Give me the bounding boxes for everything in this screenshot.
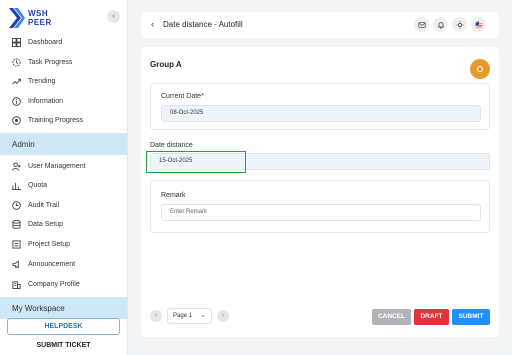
user-management-icon	[12, 162, 21, 171]
logo-text-line2: PEER	[28, 18, 52, 27]
sidebar-item-label: Information	[28, 98, 64, 105]
remark-card: Remark Enter Remark	[150, 180, 490, 233]
message-icon[interactable]	[414, 17, 429, 32]
sidebar-item-label: Trending	[28, 78, 56, 85]
bell-icon[interactable]	[433, 17, 448, 32]
us-flag-icon[interactable]	[471, 17, 486, 32]
announcement-icon	[12, 260, 21, 269]
trending-icon	[12, 77, 21, 86]
sidebar-item-label: User Management	[28, 163, 86, 170]
sidebar-item-task-progress[interactable]: Task Progress	[0, 53, 127, 72]
current-date-label: Current Date*	[161, 93, 204, 100]
date-distance-label: Date distance	[150, 142, 193, 149]
theme-sun-icon[interactable]	[452, 17, 467, 32]
sidebar-item-data-setup[interactable]: Data Setup	[0, 215, 127, 234]
group-title: Group A	[150, 60, 182, 69]
company-profile-icon	[12, 280, 21, 289]
sidebar-item-announcement[interactable]: Announcement	[0, 255, 127, 274]
project-setup-icon	[12, 240, 21, 249]
sidebar-item-label: Company Profile	[28, 281, 80, 288]
task-progress-icon	[12, 58, 21, 67]
collapse-sidebar-button[interactable]: ‹	[107, 10, 120, 23]
page-select-value: Page 1	[173, 313, 193, 319]
main-panel: Group A Current Date* 08-Oct-2025 Date d…	[141, 47, 499, 337]
sidebar-item-label: Quota	[28, 182, 48, 189]
sidebar-item-training-progress[interactable]: Training Progress	[0, 111, 127, 130]
next-page-button[interactable]: ›	[217, 310, 229, 322]
sidebar-item-label: Audit Trail	[28, 202, 60, 209]
remark-label: Remark	[161, 192, 186, 199]
page-title: Date distance - Autofill	[163, 20, 243, 29]
logo-mark-icon	[9, 8, 25, 28]
sidebar-item-quota[interactable]: Quota	[0, 176, 127, 195]
sidebar-item-audit-trail[interactable]: Audit Trail	[0, 196, 127, 215]
sidebar-item-project-setup[interactable]: Project Setup	[0, 235, 127, 254]
sidebar-item-label: Announcement	[28, 261, 76, 268]
submit-button[interactable]: SUBMIT	[452, 309, 490, 325]
section-my-workspace[interactable]: My Workspace	[0, 297, 127, 319]
sidebar-item-label: Dashboard	[28, 39, 63, 46]
submit-ticket-link[interactable]: SUBMIT TICKET	[0, 342, 127, 349]
page-select[interactable]: Page 1 ⌄	[167, 308, 212, 324]
draft-button[interactable]: DRAFT	[414, 309, 449, 325]
section-admin[interactable]: Admin	[0, 133, 127, 155]
quota-icon	[12, 181, 21, 190]
training-progress-icon	[12, 116, 21, 125]
information-icon	[12, 97, 21, 106]
wsh-peer-logo[interactable]: WSH PEER	[8, 5, 58, 33]
dashboard-icon	[12, 38, 21, 47]
sidebar-item-label: Training Progress	[28, 117, 83, 124]
sidebar-item-dashboard[interactable]: Dashboard	[0, 33, 127, 52]
data-setup-icon	[12, 220, 21, 229]
sidebar: WSH PEER ‹ Dashboard Task Progress Trend…	[0, 0, 128, 355]
remark-input[interactable]: Enter Remark	[161, 204, 481, 221]
logo-text-line1: WSH	[28, 9, 49, 18]
top-bar: ‹ Date distance - Autofill	[141, 12, 499, 38]
record-circle-icon	[477, 66, 483, 72]
chevron-down-icon: ⌄	[200, 312, 206, 319]
helpdesk-button[interactable]: HELPDESK	[7, 318, 120, 335]
sidebar-item-label: Project Setup	[28, 241, 71, 248]
back-arrow-icon[interactable]: ‹	[151, 20, 154, 29]
cancel-button[interactable]: CANCEL	[372, 309, 411, 325]
highlight-box	[146, 151, 246, 173]
audit-trail-icon	[12, 201, 21, 210]
sidebar-item-company-profile[interactable]: Company Profile	[0, 275, 127, 294]
current-date-card: Current Date* 08-Oct-2025	[150, 83, 490, 130]
sidebar-item-label: Task Progress	[28, 59, 73, 66]
sidebar-item-user-management[interactable]: User Management	[0, 157, 127, 176]
sidebar-item-label: Data Setup	[28, 221, 64, 228]
sidebar-item-information[interactable]: Information	[0, 92, 127, 111]
group-action-button[interactable]	[470, 59, 490, 79]
sidebar-item-trending[interactable]: Trending	[0, 72, 127, 91]
current-date-field[interactable]: 08-Oct-2025	[161, 105, 481, 122]
prev-page-button[interactable]: ‹	[150, 310, 162, 322]
